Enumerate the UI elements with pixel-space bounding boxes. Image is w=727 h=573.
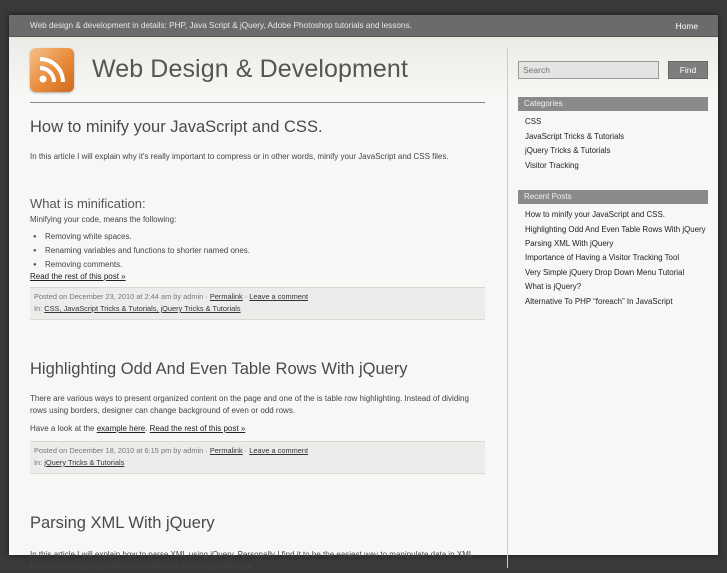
post-date: Posted on December 23, 2010 at 2:44 am b… — [34, 292, 204, 301]
post-categories[interactable]: CSS, JavaScript Tricks & Tutorials, jQue… — [44, 304, 240, 313]
post-excerpt: In this article I will explain why it's … — [30, 152, 449, 161]
recent-post-link[interactable]: Highlighting Odd And Even Table Rows Wit… — [525, 223, 708, 237]
post-meta: Posted on December 18, 2010 at 6:15 pm b… — [30, 441, 485, 474]
categories-list: CSS JavaScript Tricks & Tutorials jQuery… — [518, 115, 708, 173]
search-form: Find — [518, 61, 708, 79]
recent-posts-list: How to minify your JavaScript and CSS. H… — [518, 208, 708, 309]
post: Highlighting Odd And Even Table Rows Wit… — [30, 360, 485, 474]
recent-post-link[interactable]: Alternative To PHP “foreach” In JavaScri… — [525, 295, 708, 310]
recent-post-link[interactable]: What is jQuery? — [525, 280, 708, 295]
read-more-link[interactable]: Read the rest of this post » — [30, 272, 126, 281]
categories-label: In: — [34, 458, 43, 467]
post-subtext: Minifying your code, means the following… — [30, 215, 177, 224]
post: Parsing XML With jQuery In this article … — [30, 514, 485, 573]
post-title[interactable]: Parsing XML With jQuery — [30, 514, 485, 533]
leave-comment-link[interactable]: Leave a comment — [249, 446, 308, 455]
example-link[interactable]: example here — [97, 424, 145, 433]
categories-label: In: — [34, 304, 43, 313]
post-title[interactable]: How to minify your JavaScript and CSS. — [30, 118, 485, 137]
leave-comment-link[interactable]: Leave a comment — [249, 292, 308, 301]
page: Web design & development in details: PHP… — [9, 15, 718, 571]
category-link[interactable]: JavaScript Tricks & Tutorials — [525, 130, 708, 145]
look-text: Have a look at the — [30, 424, 95, 433]
post-excerpt: There are various ways to present organi… — [30, 394, 469, 415]
list-item: Removing white spaces. — [30, 230, 485, 244]
recent-post-link[interactable]: Very Simple jQuery Drop Down Menu Tutori… — [525, 266, 708, 281]
category-link[interactable]: Visitor Tracking — [525, 159, 708, 174]
post: How to minify your JavaScript and CSS. I… — [30, 118, 485, 320]
main-content: Web Design & Development How to minify y… — [30, 37, 485, 573]
post-subheading: What is minification: — [30, 196, 146, 211]
site-title[interactable]: Web Design & Development — [92, 55, 408, 84]
find-button[interactable]: Find — [668, 61, 708, 79]
sidebar-divider — [507, 48, 508, 568]
bullet-list: Removing white spaces. Renaming variable… — [30, 230, 485, 272]
recent-post-link[interactable]: How to minify your JavaScript and CSS. — [525, 208, 708, 223]
post-categories[interactable]: jQuery Tricks & Tutorials — [44, 458, 124, 467]
home-link[interactable]: Home — [676, 21, 698, 31]
recent-post-link[interactable]: Importance of Having a Visitor Tracking … — [525, 251, 708, 266]
category-link[interactable]: jQuery Tricks & Tutorials — [525, 144, 708, 159]
site-tagline: Web design & development in details: PHP… — [30, 21, 412, 30]
read-more-link[interactable]: Read the rest of this post » — [150, 424, 246, 433]
list-item: Renaming variables and functions to shor… — [30, 244, 485, 258]
post-title[interactable]: Highlighting Odd And Even Table Rows Wit… — [30, 360, 485, 379]
post-excerpt-more: Have a look at the example here. Read th… — [30, 424, 246, 433]
list-item: Removing comments. — [30, 258, 485, 272]
rss-feed-icon[interactable] — [30, 47, 74, 92]
permalink-link[interactable]: Permalink — [210, 446, 243, 455]
categories-heading: Categories — [518, 97, 708, 111]
top-bar: Web design & development in details: PHP… — [9, 15, 718, 37]
sidebar: Find Categories CSS JavaScript Tricks & … — [518, 61, 708, 309]
post-excerpt: In this article I will explain how to pa… — [30, 550, 474, 571]
recent-post-link[interactable]: Parsing XML With jQuery — [525, 237, 708, 252]
permalink-link[interactable]: Permalink — [210, 292, 243, 301]
recent-posts-heading: Recent Posts — [518, 190, 708, 204]
post-date: Posted on December 18, 2010 at 6:15 pm b… — [34, 446, 204, 455]
site-header: Web Design & Development — [30, 37, 485, 103]
search-input[interactable] — [518, 61, 659, 79]
category-link[interactable]: CSS — [525, 115, 708, 130]
post-meta: Posted on December 23, 2010 at 2:44 am b… — [30, 287, 485, 320]
